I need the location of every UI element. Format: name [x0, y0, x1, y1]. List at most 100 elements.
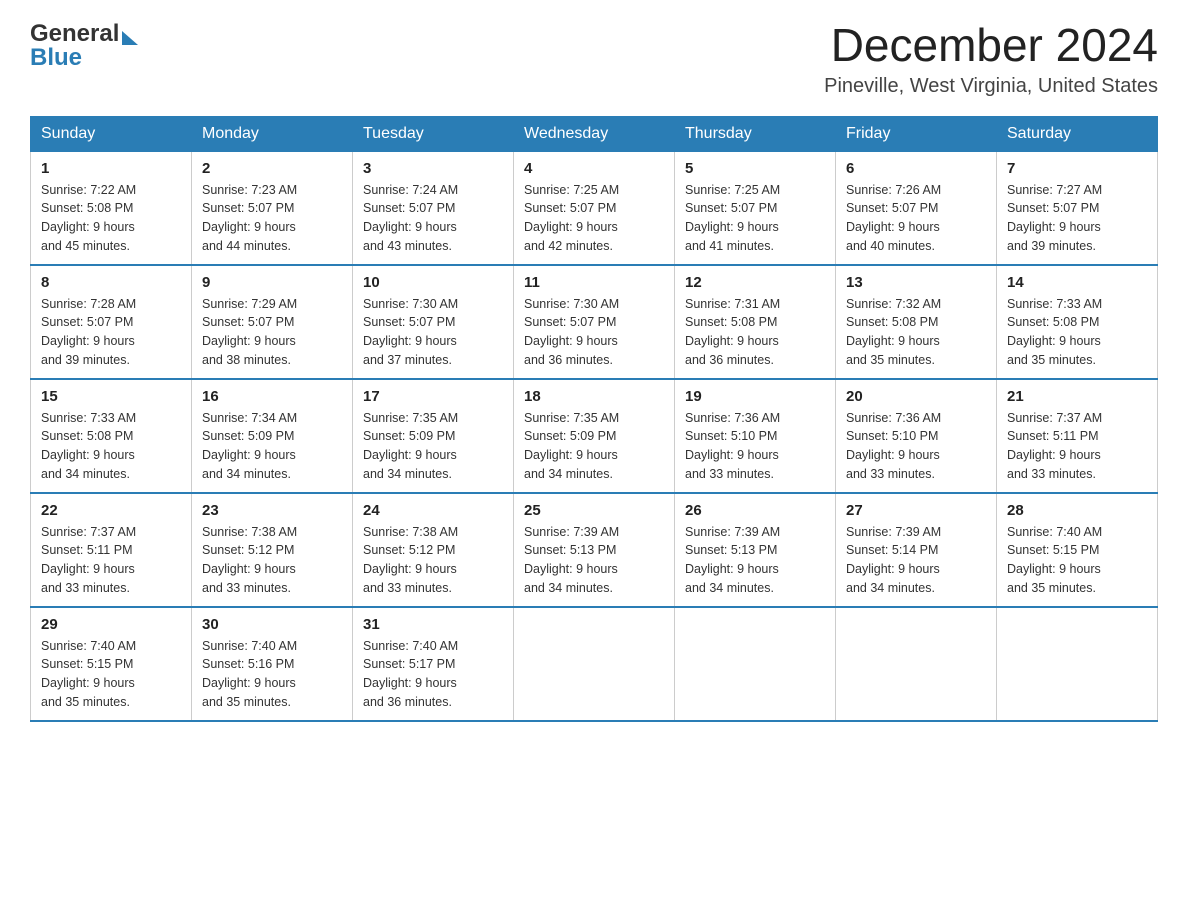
day-of-week-header: Saturday	[997, 116, 1158, 151]
day-info: Sunrise: 7:27 AMSunset: 5:07 PMDaylight:…	[1007, 181, 1147, 256]
day-info: Sunrise: 7:35 AMSunset: 5:09 PMDaylight:…	[363, 409, 503, 484]
day-of-week-header: Friday	[836, 116, 997, 151]
calendar-day-cell: 9 Sunrise: 7:29 AMSunset: 5:07 PMDaylight…	[192, 265, 353, 379]
day-number: 27	[846, 502, 986, 519]
calendar-day-cell: 26Sunrise: 7:39 AMSunset: 5:13 PMDayligh…	[675, 493, 836, 607]
calendar-day-cell: 20Sunrise: 7:36 AMSunset: 5:10 PMDayligh…	[836, 379, 997, 493]
day-info: Sunrise: 7:39 AMSunset: 5:13 PMDaylight:…	[524, 523, 664, 598]
calendar-day-cell: 2 Sunrise: 7:23 AMSunset: 5:07 PMDaylight…	[192, 151, 353, 265]
calendar-day-cell: 7 Sunrise: 7:27 AMSunset: 5:07 PMDaylight…	[997, 151, 1158, 265]
day-number: 13	[846, 274, 986, 291]
calendar-table: SundayMondayTuesdayWednesdayThursdayFrid…	[30, 116, 1158, 722]
day-of-week-header: Sunday	[31, 116, 192, 151]
day-info: Sunrise: 7:38 AMSunset: 5:12 PMDaylight:…	[202, 523, 342, 598]
day-info: Sunrise: 7:39 AMSunset: 5:14 PMDaylight:…	[846, 523, 986, 598]
day-info: Sunrise: 7:39 AMSunset: 5:13 PMDaylight:…	[685, 523, 825, 598]
calendar-day-cell: 30Sunrise: 7:40 AMSunset: 5:16 PMDayligh…	[192, 607, 353, 721]
calendar-week-row: 22Sunrise: 7:37 AMSunset: 5:11 PMDayligh…	[31, 493, 1158, 607]
day-info: Sunrise: 7:40 AMSunset: 5:15 PMDaylight:…	[1007, 523, 1147, 598]
day-info: Sunrise: 7:24 AMSunset: 5:07 PMDaylight:…	[363, 181, 503, 256]
calendar-day-cell: 17Sunrise: 7:35 AMSunset: 5:09 PMDayligh…	[353, 379, 514, 493]
day-number: 31	[363, 616, 503, 633]
calendar-day-cell: 16Sunrise: 7:34 AMSunset: 5:09 PMDayligh…	[192, 379, 353, 493]
day-info: Sunrise: 7:22 AMSunset: 5:08 PMDaylight:…	[41, 181, 181, 256]
day-info: Sunrise: 7:31 AMSunset: 5:08 PMDaylight:…	[685, 295, 825, 370]
calendar-day-cell: 1 Sunrise: 7:22 AMSunset: 5:08 PMDaylight…	[31, 151, 192, 265]
calendar-day-cell: 8Sunrise: 7:28 AMSunset: 5:07 PMDaylight…	[31, 265, 192, 379]
day-of-week-header: Wednesday	[514, 116, 675, 151]
calendar-day-cell: 31 Sunrise: 7:40 AMSunset: 5:17 PMDayligh…	[353, 607, 514, 721]
day-info: Sunrise: 7:23 AMSunset: 5:07 PMDaylight:…	[202, 181, 342, 256]
day-info: Sunrise: 7:25 AMSunset: 5:07 PMDaylight:…	[685, 181, 825, 256]
day-number: 15	[41, 388, 181, 405]
calendar-day-cell: 12 Sunrise: 7:31 AMSunset: 5:08 PMDayligh…	[675, 265, 836, 379]
day-number: 25	[524, 502, 664, 519]
day-number: 3	[363, 160, 503, 177]
day-number: 2	[202, 160, 342, 177]
day-number: 23	[202, 502, 342, 519]
calendar-day-cell: 4Sunrise: 7:25 AMSunset: 5:07 PMDaylight…	[514, 151, 675, 265]
day-number: 19	[685, 388, 825, 405]
day-number: 28	[1007, 502, 1147, 519]
day-info: Sunrise: 7:40 AMSunset: 5:15 PMDaylight:…	[41, 637, 181, 712]
day-info: Sunrise: 7:29 AMSunset: 5:07 PMDaylight:…	[202, 295, 342, 370]
calendar-day-cell: 13 Sunrise: 7:32 AMSunset: 5:08 PMDayligh…	[836, 265, 997, 379]
calendar-day-cell: 10Sunrise: 7:30 AMSunset: 5:07 PMDayligh…	[353, 265, 514, 379]
day-number: 11	[524, 274, 664, 291]
calendar-day-cell: 18 Sunrise: 7:35 AMSunset: 5:09 PMDayligh…	[514, 379, 675, 493]
calendar-day-cell	[675, 607, 836, 721]
day-number: 4	[524, 160, 664, 177]
calendar-day-cell: 5 Sunrise: 7:25 AMSunset: 5:07 PMDaylight…	[675, 151, 836, 265]
title-area: December 2024 Pineville, West Virginia, …	[824, 20, 1158, 98]
day-number: 20	[846, 388, 986, 405]
day-info: Sunrise: 7:30 AMSunset: 5:07 PMDaylight:…	[524, 295, 664, 370]
day-info: Sunrise: 7:34 AMSunset: 5:09 PMDaylight:…	[202, 409, 342, 484]
month-year-title: December 2024	[824, 20, 1158, 71]
calendar-day-cell: 6 Sunrise: 7:26 AMSunset: 5:07 PMDaylight…	[836, 151, 997, 265]
day-info: Sunrise: 7:32 AMSunset: 5:08 PMDaylight:…	[846, 295, 986, 370]
calendar-header-row: SundayMondayTuesdayWednesdayThursdayFrid…	[31, 116, 1158, 151]
day-info: Sunrise: 7:33 AMSunset: 5:08 PMDaylight:…	[41, 409, 181, 484]
page-header: General Blue December 2024 Pineville, We…	[30, 20, 1158, 98]
day-info: Sunrise: 7:40 AMSunset: 5:17 PMDaylight:…	[363, 637, 503, 712]
day-info: Sunrise: 7:28 AMSunset: 5:07 PMDaylight:…	[41, 295, 181, 370]
calendar-day-cell: 27 Sunrise: 7:39 AMSunset: 5:14 PMDayligh…	[836, 493, 997, 607]
logo-blue-text: Blue	[30, 44, 82, 72]
day-info: Sunrise: 7:26 AMSunset: 5:07 PMDaylight:…	[846, 181, 986, 256]
day-number: 6	[846, 160, 986, 177]
calendar-week-row: 15 Sunrise: 7:33 AMSunset: 5:08 PMDayligh…	[31, 379, 1158, 493]
day-number: 1	[41, 160, 181, 177]
day-info: Sunrise: 7:30 AMSunset: 5:07 PMDaylight:…	[363, 295, 503, 370]
day-number: 12	[685, 274, 825, 291]
calendar-day-cell	[514, 607, 675, 721]
day-info: Sunrise: 7:37 AMSunset: 5:11 PMDaylight:…	[41, 523, 181, 598]
day-of-week-header: Monday	[192, 116, 353, 151]
day-info: Sunrise: 7:37 AMSunset: 5:11 PMDaylight:…	[1007, 409, 1147, 484]
day-number: 18	[524, 388, 664, 405]
day-of-week-header: Thursday	[675, 116, 836, 151]
calendar-day-cell: 11 Sunrise: 7:30 AMSunset: 5:07 PMDayligh…	[514, 265, 675, 379]
day-number: 14	[1007, 274, 1147, 291]
day-info: Sunrise: 7:40 AMSunset: 5:16 PMDaylight:…	[202, 637, 342, 712]
calendar-day-cell: 14 Sunrise: 7:33 AMSunset: 5:08 PMDayligh…	[997, 265, 1158, 379]
calendar-day-cell: 15 Sunrise: 7:33 AMSunset: 5:08 PMDayligh…	[31, 379, 192, 493]
calendar-day-cell	[997, 607, 1158, 721]
day-info: Sunrise: 7:38 AMSunset: 5:12 PMDaylight:…	[363, 523, 503, 598]
day-number: 29	[41, 616, 181, 633]
calendar-day-cell: 22Sunrise: 7:37 AMSunset: 5:11 PMDayligh…	[31, 493, 192, 607]
day-number: 7	[1007, 160, 1147, 177]
calendar-day-cell: 24 Sunrise: 7:38 AMSunset: 5:12 PMDayligh…	[353, 493, 514, 607]
calendar-week-row: 8Sunrise: 7:28 AMSunset: 5:07 PMDaylight…	[31, 265, 1158, 379]
day-number: 9	[202, 274, 342, 291]
calendar-day-cell: 3 Sunrise: 7:24 AMSunset: 5:07 PMDaylight…	[353, 151, 514, 265]
calendar-day-cell: 19Sunrise: 7:36 AMSunset: 5:10 PMDayligh…	[675, 379, 836, 493]
day-number: 5	[685, 160, 825, 177]
calendar-day-cell: 28 Sunrise: 7:40 AMSunset: 5:15 PMDayligh…	[997, 493, 1158, 607]
day-info: Sunrise: 7:35 AMSunset: 5:09 PMDaylight:…	[524, 409, 664, 484]
calendar-day-cell: 29 Sunrise: 7:40 AMSunset: 5:15 PMDayligh…	[31, 607, 192, 721]
logo: General Blue	[30, 20, 138, 72]
day-info: Sunrise: 7:33 AMSunset: 5:08 PMDaylight:…	[1007, 295, 1147, 370]
calendar-week-row: 1 Sunrise: 7:22 AMSunset: 5:08 PMDaylight…	[31, 151, 1158, 265]
calendar-day-cell: 23 Sunrise: 7:38 AMSunset: 5:12 PMDayligh…	[192, 493, 353, 607]
day-number: 24	[363, 502, 503, 519]
